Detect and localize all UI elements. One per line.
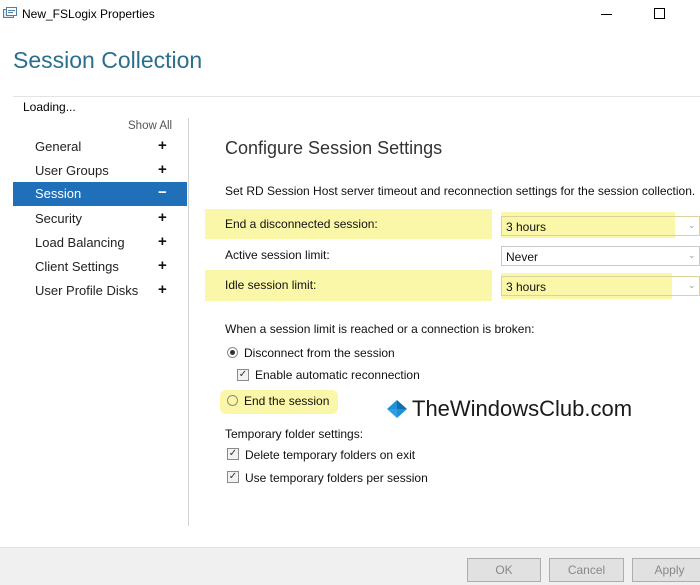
- active-limit-label: Active session limit:: [225, 248, 330, 262]
- auto-reconnect-checkbox[interactable]: ✓: [237, 369, 249, 381]
- sidebar-item-label: Security: [35, 211, 82, 226]
- sidebar-item-label: Load Balancing: [35, 235, 125, 250]
- end-disconnected-label: End a disconnected session:: [225, 217, 378, 231]
- sidebar-item-label: Client Settings: [35, 259, 119, 274]
- show-all-link[interactable]: Show All: [128, 120, 172, 132]
- section-description: Set RD Session Host server timeout and r…: [225, 184, 696, 198]
- end-session-radio[interactable]: [227, 395, 238, 406]
- sidebar-item-load-balancing[interactable]: Load Balancing +: [13, 231, 187, 255]
- sidebar-item-label: User Profile Disks: [35, 283, 139, 298]
- end-session-label: End the session: [244, 394, 330, 408]
- expand-icon[interactable]: +: [158, 161, 167, 178]
- sidebar-item-label: Session: [35, 186, 82, 201]
- chevron-down-icon: ⌄: [688, 250, 696, 260]
- chevron-down-icon: ⌄: [688, 280, 696, 290]
- sidebar-item-label: General: [35, 139, 82, 154]
- idle-limit-label: Idle session limit:: [225, 278, 317, 292]
- delete-temp-label: Delete temporary folders on exit: [245, 448, 416, 462]
- loading-status: Loading...: [23, 100, 76, 114]
- disconnect-radio[interactable]: [227, 347, 238, 358]
- delete-temp-checkbox[interactable]: ✓: [227, 448, 239, 460]
- sidebar-item-user-groups[interactable]: User Groups +: [13, 159, 187, 183]
- chevron-down-icon: ⌄: [688, 220, 696, 230]
- active-limit-select[interactable]: Never ⌄: [501, 246, 700, 266]
- idle-limit-select[interactable]: 3 hours ⌄: [501, 276, 700, 296]
- expand-icon[interactable]: +: [158, 257, 167, 274]
- sidebar-item-session[interactable]: Session −: [13, 182, 187, 206]
- sidebar-item-user-profile-disks[interactable]: User Profile Disks +: [13, 279, 187, 303]
- expand-icon[interactable]: +: [158, 233, 167, 250]
- collapse-icon[interactable]: −: [158, 184, 167, 201]
- use-temp-label: Use temporary folders per session: [245, 471, 428, 485]
- expand-icon[interactable]: +: [158, 281, 167, 298]
- minimize-icon[interactable]: [583, 0, 629, 30]
- limit-prompt: When a session limit is reached or a con…: [225, 322, 535, 336]
- expand-icon[interactable]: +: [158, 209, 167, 226]
- select-value: 3 hours: [506, 220, 547, 234]
- footer-bar: OK Cancel Apply: [0, 547, 700, 585]
- cancel-button[interactable]: Cancel: [549, 558, 624, 582]
- ok-button[interactable]: OK: [467, 558, 541, 582]
- properties-icon: [3, 7, 17, 18]
- sidebar-item-label: User Groups: [35, 163, 109, 178]
- page-title: Session Collection: [13, 47, 203, 73]
- maximize-icon[interactable]: [635, 0, 681, 30]
- sidebar-item-general[interactable]: General +: [13, 135, 187, 159]
- disconnect-label: Disconnect from the session: [244, 346, 395, 360]
- window-title: New_FSLogix Properties: [22, 7, 155, 21]
- select-value: 3 hours: [506, 280, 547, 294]
- end-disconnected-select[interactable]: 3 hours ⌄: [501, 216, 700, 236]
- use-temp-checkbox[interactable]: ✓: [227, 471, 239, 483]
- section-title: Configure Session Settings: [225, 138, 443, 158]
- sidebar-divider: [188, 118, 189, 526]
- temp-folder-title: Temporary folder settings:: [225, 427, 364, 441]
- select-value: Never: [506, 250, 539, 264]
- title-bar: New_FSLogix Properties: [0, 0, 700, 30]
- sidebar-item-client-settings[interactable]: Client Settings +: [13, 255, 187, 279]
- apply-button[interactable]: Apply: [632, 558, 700, 582]
- windows-club-logo-icon: [387, 400, 407, 418]
- sidebar-item-security[interactable]: Security +: [13, 207, 187, 231]
- auto-reconnect-label: Enable automatic reconnection: [255, 368, 420, 382]
- header-divider: [13, 96, 700, 97]
- expand-icon[interactable]: +: [158, 137, 167, 154]
- watermark-text: TheWindowsClub.com: [412, 396, 633, 421]
